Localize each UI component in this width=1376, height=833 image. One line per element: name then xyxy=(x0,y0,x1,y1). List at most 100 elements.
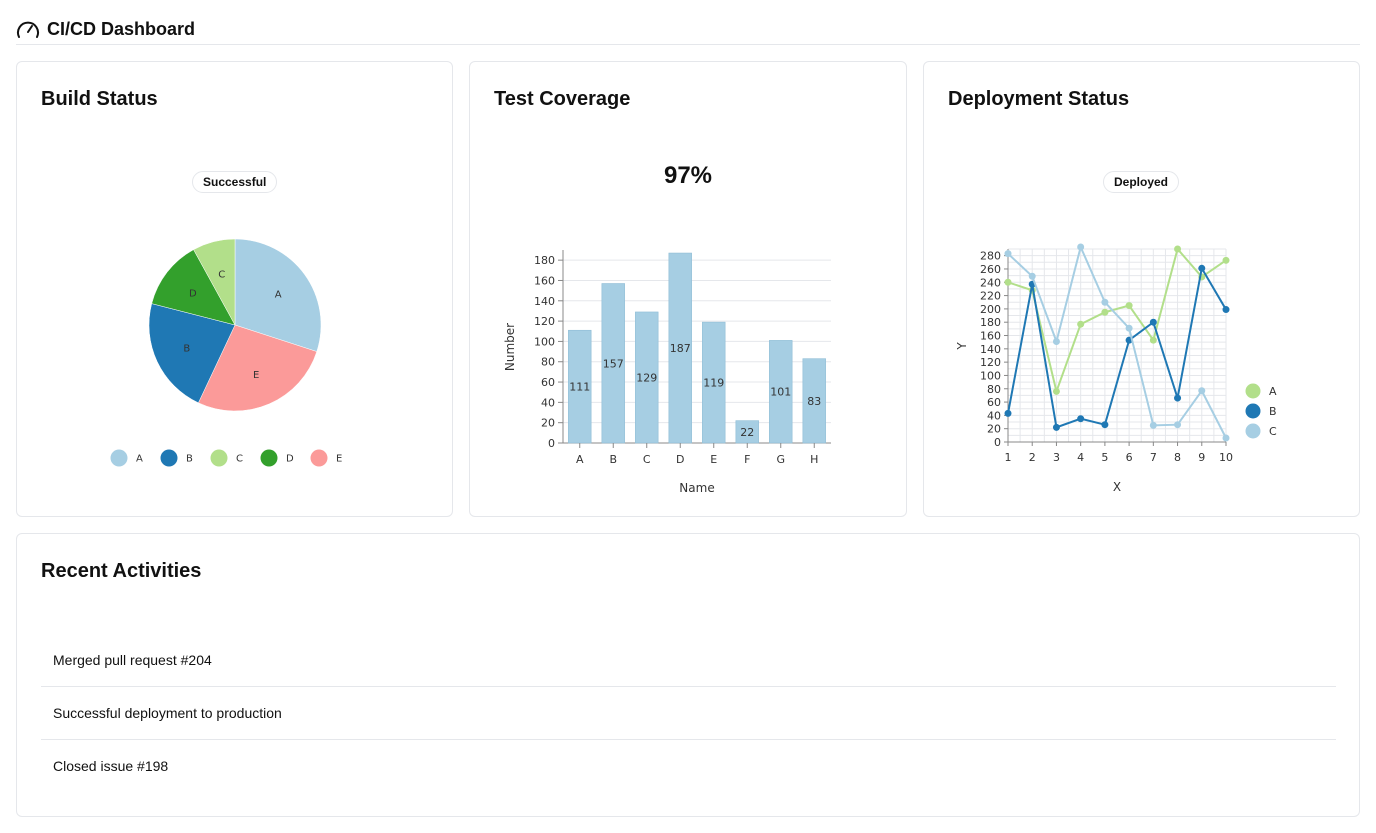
series-point-a xyxy=(1077,320,1085,328)
x-tick-label: F xyxy=(744,453,750,466)
y-tick-label: 140 xyxy=(980,343,1001,356)
x-tick-label: 3 xyxy=(1053,451,1060,464)
series-point-b xyxy=(1149,318,1157,326)
x-tick-label: D xyxy=(676,453,684,466)
legend-label: E xyxy=(336,454,342,465)
y-tick-label: 60 xyxy=(987,396,1001,409)
gauge-icon xyxy=(17,21,39,38)
y-tick-label: 40 xyxy=(987,409,1001,422)
pie-slice-label: C xyxy=(218,269,225,280)
legend-label: A xyxy=(136,454,143,465)
y-tick-label: 100 xyxy=(980,369,1001,382)
x-tick-label: B xyxy=(609,453,617,466)
series-point-b xyxy=(1222,306,1230,314)
legend-swatch-c xyxy=(210,449,228,467)
y-axis-label: Y xyxy=(955,342,969,351)
x-tick-label: 10 xyxy=(1219,451,1233,464)
y-tick-label: 180 xyxy=(534,254,555,267)
y-tick-label: 280 xyxy=(980,250,1001,263)
series-point-a xyxy=(1125,302,1133,310)
y-tick-label: 0 xyxy=(994,436,1001,449)
y-tick-label: 0 xyxy=(548,437,555,450)
pie-slice-label: E xyxy=(253,370,259,381)
y-tick-label: 160 xyxy=(980,330,1001,343)
x-tick-label: 1 xyxy=(1005,451,1012,464)
x-axis-label: Name xyxy=(679,481,714,495)
legend-label: B xyxy=(186,454,193,465)
deployment-status-card: Deployment Status Deployed 0 20 40 60 80 100 1… xyxy=(923,61,1360,517)
bar-value-label: 83 xyxy=(807,395,821,408)
dashboard-header: CI/CD Dashboard xyxy=(16,16,1360,45)
series-point-a xyxy=(1222,256,1230,264)
card-title: Recent Activities xyxy=(41,560,202,582)
legend-swatch-a xyxy=(1245,383,1261,399)
x-tick-label: G xyxy=(776,453,785,466)
recent-activities-card: Recent Activities Merged pull request #2… xyxy=(16,533,1360,817)
series-point-a xyxy=(1101,308,1109,316)
y-tick-label: 140 xyxy=(534,295,555,308)
y-tick-label: 120 xyxy=(534,315,555,328)
test-coverage-bar-chart: 0 20 40 60 80 100 120 140 160 180 111 A 157 B 129 C 187 D… xyxy=(503,250,831,495)
x-tick-label: 6 xyxy=(1126,451,1133,464)
legend-swatch-a xyxy=(110,449,128,467)
bar-value-label: 119 xyxy=(703,377,724,390)
legend-swatch-c xyxy=(1245,423,1261,439)
legend-label: C xyxy=(1269,425,1277,438)
x-tick-label: 5 xyxy=(1101,451,1108,464)
legend-swatch-b xyxy=(160,449,178,467)
series-point-c xyxy=(1052,338,1060,346)
series-point-a xyxy=(1174,245,1182,253)
y-tick-label: 160 xyxy=(534,274,555,287)
series-point-c xyxy=(1149,421,1157,429)
series-point-c xyxy=(1198,387,1206,395)
series-point-c xyxy=(1077,243,1085,251)
y-axis-label: Number xyxy=(503,323,517,371)
y-tick-label: 180 xyxy=(980,316,1001,329)
activity-item: Merged pull request #204 xyxy=(41,634,1336,687)
legend-label: D xyxy=(286,454,294,465)
build-status-card: Build Status Successful AEBDCABCDE xyxy=(16,61,453,517)
y-tick-label: 220 xyxy=(980,290,1001,303)
series-point-c xyxy=(1004,250,1012,258)
x-tick-label: 2 xyxy=(1029,451,1036,464)
series-point-b xyxy=(1101,421,1109,429)
legend-swatch-d xyxy=(260,449,278,467)
y-tick-label: 120 xyxy=(980,356,1001,369)
deployment-line-chart: 020406080100120140160180200220240260280 1… xyxy=(955,243,1277,494)
series-point-c xyxy=(1101,298,1109,306)
series-point-c xyxy=(1174,421,1182,429)
x-tick-label: E xyxy=(710,453,717,466)
bar-value-label: 101 xyxy=(770,386,791,399)
pie-slice-label: A xyxy=(275,290,282,301)
pie-slice-label: D xyxy=(189,288,197,299)
x-tick-label: 7 xyxy=(1150,451,1157,464)
activity-item: Closed issue #198 xyxy=(53,758,169,774)
legend-label: A xyxy=(1269,385,1277,398)
page-title: CI/CD Dashboard xyxy=(47,19,196,39)
y-tick-label: 260 xyxy=(980,263,1001,276)
x-axis-label: X xyxy=(1113,480,1121,494)
x-tick-label: 4 xyxy=(1077,451,1084,464)
series-point-b xyxy=(1052,423,1060,431)
bar-value-label: 187 xyxy=(670,342,691,355)
x-tick-label: H xyxy=(810,453,818,466)
activity-item: Successful deployment to production xyxy=(41,687,1336,740)
y-tick-label: 20 xyxy=(541,417,555,430)
x-tick-label: 9 xyxy=(1198,451,1205,464)
bar-value-label: 22 xyxy=(740,426,754,439)
y-tick-label: 40 xyxy=(541,396,555,409)
x-tick-label: C xyxy=(643,453,651,466)
test-coverage-card: Test Coverage 97% 0 20 40 60 80 100 120 140 160 1… xyxy=(469,61,907,517)
y-tick-label: 60 xyxy=(541,376,555,389)
series-point-c xyxy=(1028,272,1036,280)
legend-swatch-b xyxy=(1245,403,1261,419)
y-tick-label: 200 xyxy=(980,303,1001,316)
y-tick-label: 80 xyxy=(987,383,1001,396)
bar-value-label: 129 xyxy=(636,371,657,384)
y-tick-label: 20 xyxy=(987,423,1001,436)
y-tick-label: 80 xyxy=(541,356,555,369)
legend-label: B xyxy=(1269,405,1277,418)
series-point-c xyxy=(1222,434,1230,442)
legend-swatch-e xyxy=(310,449,328,467)
bar-value-label: 157 xyxy=(603,357,624,370)
